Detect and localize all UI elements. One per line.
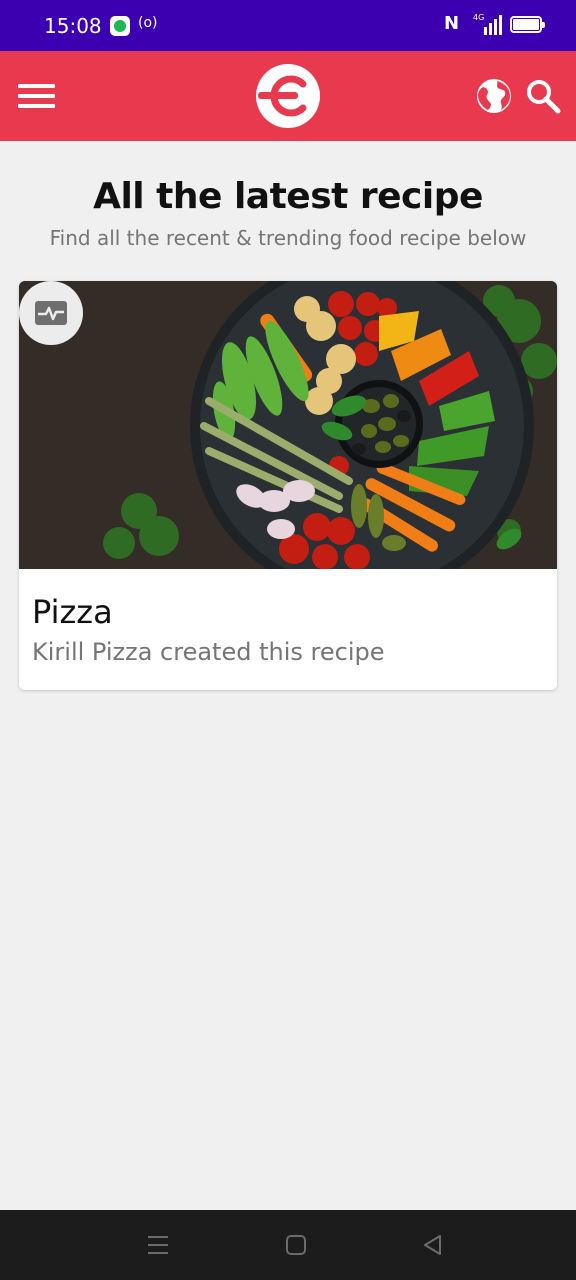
recents-icon[interactable]: [145, 1232, 171, 1258]
signal-icon: 4G: [470, 13, 502, 35]
recipe-author: Kirill Pizza created this recipe: [32, 638, 385, 666]
globe-icon[interactable]: [476, 78, 512, 114]
home-icon[interactable]: [283, 1232, 309, 1258]
status-time: 15:08: [44, 14, 102, 38]
back-icon[interactable]: [420, 1232, 446, 1258]
nav-bar: [0, 1210, 576, 1280]
app-logo[interactable]: [256, 64, 320, 128]
app-bar: [0, 51, 576, 141]
food-photo: [19, 281, 557, 569]
battery-icon: [510, 16, 545, 33]
chat-icon: [110, 16, 130, 36]
page-title: All the latest recipe: [93, 176, 483, 217]
recipe-card[interactable]: Pizza Kirill Pizza created this recipe: [19, 281, 557, 690]
logo-icon: [258, 75, 307, 117]
radio-icon: (o): [138, 15, 158, 31]
nfc-icon: N: [444, 13, 460, 34]
menu-icon[interactable]: [18, 82, 56, 110]
search-icon[interactable]: [525, 78, 561, 114]
recipe-title: Pizza: [32, 593, 113, 631]
page-subtitle: Find all the recent & trending food reci…: [49, 226, 527, 250]
status-bar: 15:08 (o) N 4G: [0, 0, 576, 51]
network-type: 4G: [473, 13, 485, 22]
activity-icon: [35, 301, 67, 325]
activity-badge: [19, 281, 83, 345]
